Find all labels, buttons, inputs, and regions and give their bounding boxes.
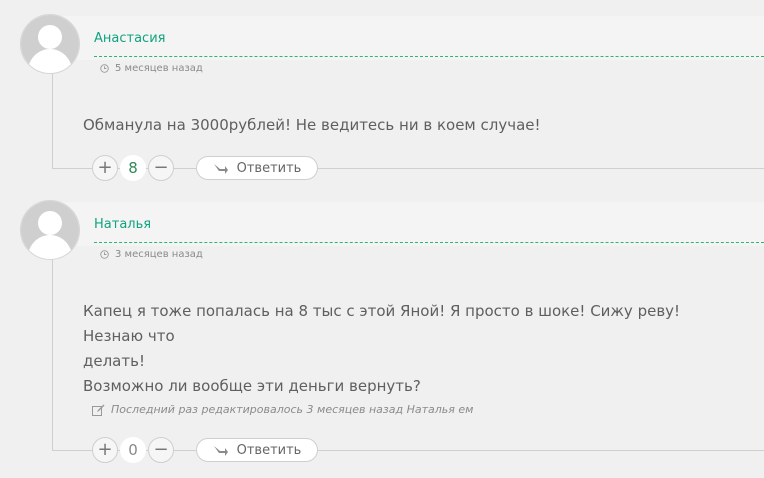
time-label: 3 месяцев назад xyxy=(115,249,203,260)
comment-time[interactable]: 3 месяцев назад xyxy=(100,249,203,260)
comment-text: Капец я тоже попалась на 8 тыс с этой Ян… xyxy=(83,299,734,399)
avatar[interactable] xyxy=(20,200,80,260)
comment-text-line: Капец я тоже попалась на 8 тыс с этой Ян… xyxy=(83,302,681,345)
reply-label: Ответить xyxy=(236,442,302,458)
reply-arrow-icon xyxy=(213,446,228,456)
plus-icon: + xyxy=(97,439,113,460)
comment-text-line: Возможно ли вообще эти деньги вернуть? xyxy=(83,377,421,395)
vote-count: 0 xyxy=(120,437,146,463)
thread-line xyxy=(52,246,53,450)
comment-text-line: делать! xyxy=(83,352,145,370)
comment-2: Наталья 3 месяцев назад Капец я тоже поп… xyxy=(0,0,764,478)
author-name[interactable]: Наталья xyxy=(94,217,151,232)
edited-note-text: Последний раз редактировалось 3 месяцев … xyxy=(111,403,474,416)
downvote-button[interactable]: − xyxy=(148,437,174,463)
edited-note: Последний раз редактировалось 3 месяцев … xyxy=(92,403,473,416)
author-divider xyxy=(94,242,764,243)
edit-icon xyxy=(92,404,105,416)
default-user-icon xyxy=(21,201,79,259)
upvote-button[interactable]: + xyxy=(92,437,118,463)
minus-icon: − xyxy=(153,439,169,460)
clock-icon xyxy=(100,250,109,259)
comment-header xyxy=(60,202,764,246)
reply-button[interactable]: Ответить xyxy=(196,438,318,462)
